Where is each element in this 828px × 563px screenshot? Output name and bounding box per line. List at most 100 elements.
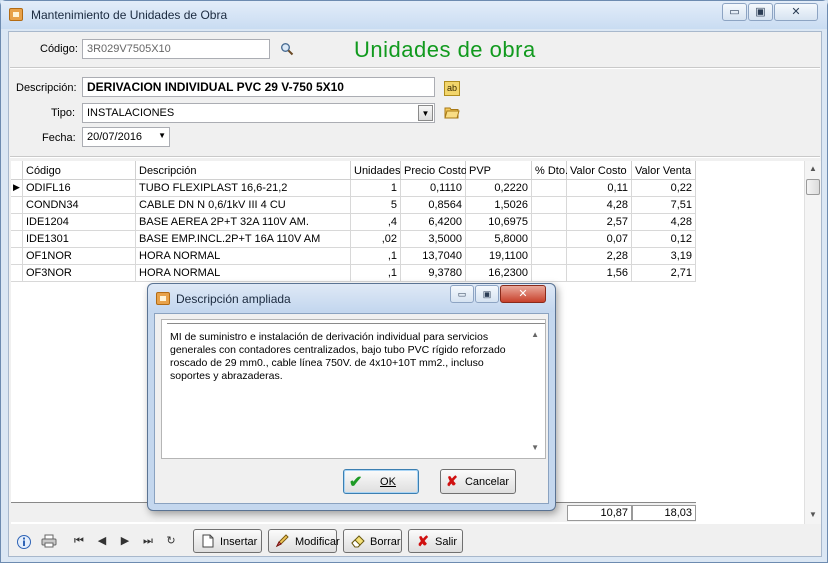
dialog-maximize-button[interactable]: ▣ xyxy=(475,285,499,303)
col-header-pvp[interactable]: PVP xyxy=(466,161,532,180)
cell-unidades[interactable]: ,02 xyxy=(351,231,401,248)
cell-dto[interactable] xyxy=(532,180,567,197)
cell-precio-costo[interactable]: 9,3780 xyxy=(401,265,466,282)
cell-pvp[interactable]: 5,8000 xyxy=(466,231,532,248)
col-header-precio-costo[interactable]: Precio Costo xyxy=(401,161,467,180)
dialog-minimize-button[interactable]: ▭ xyxy=(450,285,474,303)
cell-pvp[interactable]: 1,5026 xyxy=(466,197,532,214)
cell-precio-costo[interactable]: 0,8564 xyxy=(401,197,466,214)
current-row-indicator[interactable]: ▶ xyxy=(11,180,23,197)
previous-record-icon[interactable]: ◀ xyxy=(94,534,110,548)
dialog-title-bar[interactable]: Descripción ampliada ▭ ▣ ✕ xyxy=(148,284,555,312)
cell-descripcion[interactable]: HORA NORMAL xyxy=(136,265,351,282)
cell-valor-venta[interactable]: 2,71 xyxy=(632,265,696,282)
folder-icon[interactable] xyxy=(444,106,460,119)
col-header-codigo[interactable]: Código xyxy=(23,161,136,180)
cell-unidades[interactable]: ,1 xyxy=(351,265,401,282)
cell-valor-costo[interactable]: 0,07 xyxy=(567,231,632,248)
close-button[interactable]: ✕ xyxy=(774,3,818,21)
refresh-icon[interactable]: ↻ xyxy=(163,534,179,548)
tipo-select[interactable]: INSTALACIONES ▼ xyxy=(82,103,435,123)
cell-valor-venta[interactable]: 0,12 xyxy=(632,231,696,248)
search-icon[interactable] xyxy=(280,42,294,56)
row-indicator[interactable] xyxy=(11,265,23,282)
cell-unidades[interactable]: ,4 xyxy=(351,214,401,231)
cell-dto[interactable] xyxy=(532,197,567,214)
fecha-picker[interactable]: 20/07/2016 ▼ xyxy=(82,127,170,147)
cell-codigo[interactable]: ODIFL16 xyxy=(23,180,136,197)
col-header-unidades[interactable]: Unidades xyxy=(351,161,401,180)
next-record-icon[interactable]: ▶ xyxy=(117,534,133,548)
cell-unidades[interactable]: 1 xyxy=(351,180,401,197)
cell-dto[interactable] xyxy=(532,231,567,248)
minimize-button[interactable]: ▭ xyxy=(722,3,747,21)
cell-pvp[interactable]: 19,1100 xyxy=(466,248,532,265)
cell-codigo[interactable]: OF1NOR xyxy=(23,248,136,265)
cell-precio-costo[interactable]: 3,5000 xyxy=(401,231,466,248)
cell-pvp[interactable]: 0,2220 xyxy=(466,180,532,197)
col-header-valor-venta[interactable]: Valor Venta xyxy=(632,161,696,180)
description-memo[interactable]: MI de suministro e instalación de deriva… xyxy=(161,319,546,459)
cell-valor-venta[interactable]: 4,28 xyxy=(632,214,696,231)
cell-valor-costo[interactable]: 2,57 xyxy=(567,214,632,231)
cell-pvp[interactable]: 10,6975 xyxy=(466,214,532,231)
cell-codigo[interactable]: IDE1204 xyxy=(23,214,136,231)
title-bar[interactable]: Mantenimiento de Unidades de Obra ▭ ▣ ✕ xyxy=(1,1,827,29)
scroll-thumb[interactable] xyxy=(806,179,820,195)
chevron-down-icon[interactable]: ▼ xyxy=(418,105,433,121)
scroll-up-icon[interactable]: ▲ xyxy=(805,161,821,177)
cell-descripcion[interactable]: HORA NORMAL xyxy=(136,248,351,265)
ok-button[interactable]: ✔ OK xyxy=(343,469,419,494)
dialog-close-button[interactable]: ✕ xyxy=(500,285,546,303)
info-icon[interactable] xyxy=(16,534,32,549)
modificar-button[interactable]: Modificar xyxy=(268,529,340,553)
cell-valor-costo[interactable]: 4,28 xyxy=(567,197,632,214)
cell-valor-costo[interactable]: 0,11 xyxy=(567,180,632,197)
total-valor-costo: 10,87 xyxy=(567,505,632,521)
cell-precio-costo[interactable]: 13,7040 xyxy=(401,248,466,265)
cell-unidades[interactable]: 5 xyxy=(351,197,401,214)
cell-unidades[interactable]: ,1 xyxy=(351,248,401,265)
salir-button[interactable]: ✘ Salir xyxy=(408,529,463,553)
borrar-button[interactable]: Borrar xyxy=(343,529,402,553)
cell-dto[interactable] xyxy=(532,214,567,231)
cell-codigo[interactable]: IDE1301 xyxy=(23,231,136,248)
cell-precio-costo[interactable]: 0,1110 xyxy=(401,180,466,197)
expand-description-icon[interactable]: ab xyxy=(444,81,460,96)
scroll-down-icon[interactable]: ▼ xyxy=(531,441,539,454)
row-indicator[interactable] xyxy=(11,248,23,265)
descripcion-input[interactable]: DERIVACION INDIVIDUAL PVC 29 V-750 5X10 xyxy=(82,77,435,97)
cell-pvp[interactable]: 16,2300 xyxy=(466,265,532,282)
codigo-input[interactable]: 3R029V7505X10 xyxy=(82,39,270,59)
last-record-icon[interactable]: ⏭ xyxy=(140,534,156,548)
scroll-up-icon[interactable]: ▲ xyxy=(531,328,539,341)
print-icon[interactable] xyxy=(41,534,57,548)
cancel-button[interactable]: ✘ Cancelar xyxy=(440,469,516,494)
cell-dto[interactable] xyxy=(532,248,567,265)
cell-valor-venta[interactable]: 0,22 xyxy=(632,180,696,197)
cell-descripcion[interactable]: BASE EMP.INCL.2P+T 16A 110V AM xyxy=(136,231,351,248)
cell-descripcion[interactable]: BASE AEREA 2P+T 32A 110V AM. xyxy=(136,214,351,231)
cell-descripcion[interactable]: CABLE DN N 0,6/1kV III 4 CU xyxy=(136,197,351,214)
maximize-button[interactable]: ▣ xyxy=(748,3,773,21)
cell-valor-venta[interactable]: 3,19 xyxy=(632,248,696,265)
col-header-valor-costo[interactable]: Valor Costo xyxy=(567,161,632,180)
cell-codigo[interactable]: OF3NOR xyxy=(23,265,136,282)
insertar-button[interactable]: Insertar xyxy=(193,529,262,553)
cell-precio-costo[interactable]: 6,4200 xyxy=(401,214,466,231)
grid-vertical-scrollbar[interactable]: ▲ ▼ xyxy=(804,161,821,524)
row-indicator[interactable] xyxy=(11,231,23,248)
first-record-icon[interactable]: ⏮ xyxy=(71,534,87,548)
cell-valor-costo[interactable]: 2,28 xyxy=(567,248,632,265)
chevron-down-icon[interactable]: ▼ xyxy=(158,131,166,140)
cell-valor-venta[interactable]: 7,51 xyxy=(632,197,696,214)
cell-dto[interactable] xyxy=(532,265,567,282)
cell-codigo[interactable]: CONDN34 xyxy=(23,197,136,214)
cell-descripcion[interactable]: TUBO FLEXIPLAST 16,6-21,2 xyxy=(136,180,351,197)
row-indicator[interactable] xyxy=(11,197,23,214)
cell-valor-costo[interactable]: 1,56 xyxy=(567,265,632,282)
col-header-dto[interactable]: % Dto. xyxy=(532,161,568,180)
scroll-down-icon[interactable]: ▼ xyxy=(805,507,821,523)
row-indicator[interactable] xyxy=(11,214,23,231)
col-header-descripcion[interactable]: Descripción xyxy=(136,161,351,180)
